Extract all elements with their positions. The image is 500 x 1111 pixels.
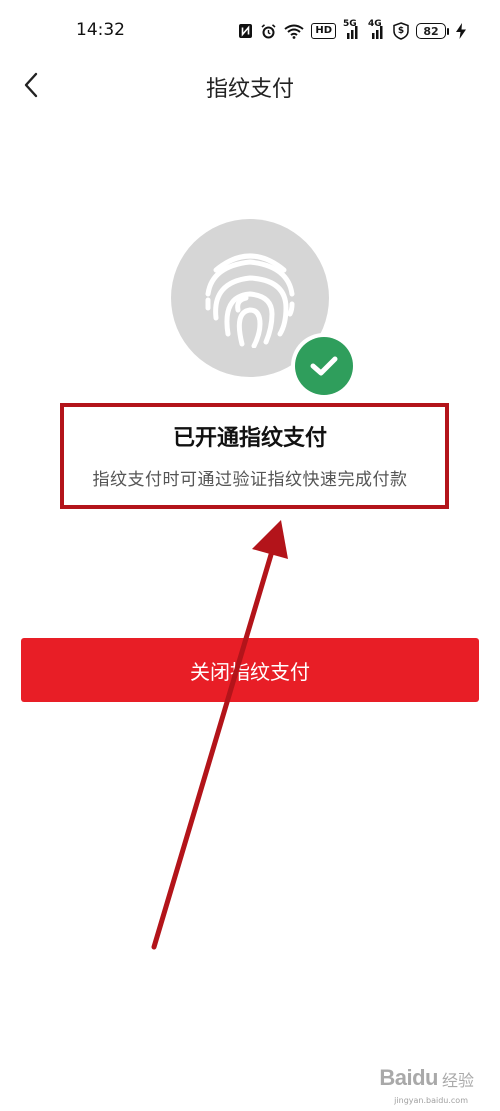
annotation-arrow-shaft (151, 545, 276, 950)
annotation-arrow-head (252, 520, 288, 559)
status-bar: 14:32 HD 5G 4G $ 82 (0, 0, 500, 62)
battery-cap (447, 27, 449, 35)
vpn-shield-symbol: $ (397, 25, 405, 36)
fingerprint-pay-screen: 14:32 HD 5G 4G $ 82 指纹支付 已开通指纹支付 指纹支付时可通… (0, 0, 500, 1111)
check-icon (310, 356, 338, 376)
status-description: 指纹支付时可通过验证指纹快速完成付款 (92, 470, 408, 490)
watermark-domain: jingyan.baidu.com (394, 1096, 468, 1105)
watermark-brand: Baidu (379, 1065, 438, 1090)
status-icons: HD 5G 4G $ 82 (238, 18, 466, 42)
battery-icon: 82 (416, 23, 449, 39)
baidu-jingyan-watermark: Baidu 经验 (379, 1065, 474, 1091)
fingerprint-icon (205, 253, 295, 348)
signal-4g-label: 4G (368, 18, 382, 29)
vpn-shield-icon: $ (393, 22, 409, 40)
signal-5g-label: 5G (343, 18, 357, 29)
page-title: 指纹支付 (205, 77, 294, 102)
nav-bar: 指纹支付 (0, 62, 500, 112)
annotation-highlight-box (60, 403, 449, 509)
success-badge (291, 333, 357, 399)
nfc-icon (238, 23, 253, 39)
battery-level: 82 (416, 23, 446, 39)
check-badge-inner (295, 337, 353, 395)
status-title: 已开通指纹支付 (172, 426, 327, 451)
status-time: 14:32 (76, 20, 125, 40)
wifi-icon (284, 24, 304, 39)
hd-icon: HD (311, 23, 336, 39)
annotation-arrow (151, 520, 288, 950)
signal-5g-icon: 5G (343, 18, 361, 40)
signal-4g-icon: 4G (368, 18, 386, 40)
close-fingerprint-pay-button[interactable]: 关闭指纹支付 (21, 638, 479, 702)
alarm-icon (260, 23, 277, 40)
watermark-cn: 经验 (441, 1071, 474, 1090)
charging-icon (456, 23, 466, 39)
